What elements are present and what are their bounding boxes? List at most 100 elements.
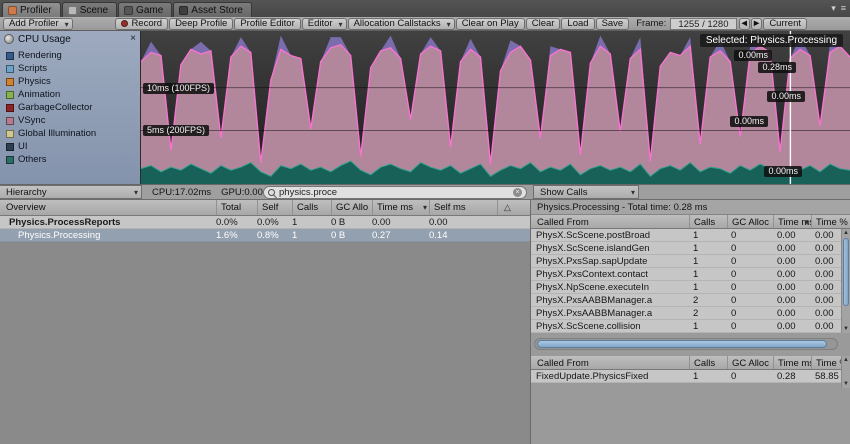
tab-profiler[interactable]: Profiler — [2, 2, 61, 17]
column-called-from[interactable]: Called From — [531, 356, 689, 369]
caller-value: 0.00 — [777, 243, 796, 254]
scroll-up-icon[interactable]: ▲ — [842, 356, 850, 364]
show-calls-dropdown[interactable]: Show Calls — [533, 185, 639, 199]
view-mode-dropdown[interactable]: Hierarchy — [0, 185, 142, 199]
cpu-module-title: CPU Usage — [18, 33, 71, 45]
column-calls[interactable]: Calls — [689, 356, 727, 369]
horizontal-scrollbar[interactable] — [534, 338, 838, 350]
caller-value: 2 — [693, 308, 699, 319]
tab-asset-store[interactable]: Asset Store — [173, 2, 252, 17]
legend-item-physics[interactable]: Physics — [6, 76, 140, 87]
legend-label: VSync — [18, 115, 46, 126]
view-mode-label: Hierarchy — [6, 187, 47, 198]
next-frame-button[interactable]: ► — [750, 17, 763, 30]
hierarchy-table-rows: Physics.ProcessReports 0.0% 0.0% 1 0 B 0.00 0.… — [0, 216, 530, 242]
column-warnings[interactable]: △ — [497, 200, 530, 215]
save-button[interactable]: Save — [595, 17, 630, 30]
called-from-row[interactable]: PhysX.PxsContext.contact 1 0 0.00 0.00 — [531, 268, 850, 281]
legend-item-scripts[interactable]: Scripts — [6, 63, 140, 74]
column-time-ms[interactable]: Time ms — [372, 200, 429, 215]
caller-value: 0.28 — [777, 371, 796, 382]
caller-value: 1 — [693, 269, 699, 280]
tab-scene[interactable]: Scene — [61, 2, 118, 17]
legend-item-vsync[interactable]: VSync — [6, 115, 140, 126]
warning-triangle-icon: △ — [504, 202, 511, 212]
window-dropdown-icon[interactable]: ▾ — [831, 2, 836, 14]
clear-search-icon[interactable]: × — [513, 188, 522, 197]
scroll-down-icon[interactable]: ▼ — [842, 325, 850, 333]
called-from-row[interactable]: PhysX.NpScene.executeIn 1 0 0.00 0.00 — [531, 281, 850, 294]
called-from-row[interactable]: PhysX.ScScene.postBroad 1 0 0.00 0.00 — [531, 229, 850, 242]
column-self[interactable]: Self — [257, 200, 292, 215]
column-called-from[interactable]: Called From — [531, 215, 689, 228]
caller-name: PhysX.PxsSap.sapUpdate — [536, 256, 648, 267]
hierarchy-row[interactable]: Physics.ProcessReports 0.0% 0.0% 1 0 B 0.00 0.… — [0, 216, 530, 229]
legend-item-others[interactable]: Others — [6, 154, 140, 165]
caller-name: PhysX.PxsContext.contact — [536, 269, 648, 280]
legend-swatch — [6, 129, 14, 138]
called-from-rows: PhysX.ScScene.postBroad 1 0 0.00 0.00 PhysX.S… — [531, 229, 850, 333]
legend-item-ui[interactable]: UI — [6, 141, 140, 152]
close-icon[interactable]: × — [130, 34, 136, 44]
prev-frame-button[interactable]: ◄ — [738, 17, 750, 30]
time-marker: 0.00ms — [730, 116, 768, 127]
load-button[interactable]: Load — [561, 17, 595, 30]
called-from-row[interactable]: PhysX.ScScene.collision 1 0 0.00 0.00 — [531, 320, 850, 333]
scrollbar-thumb[interactable] — [843, 238, 849, 306]
called-from-row[interactable]: PhysX.PxsAABBManager.a 2 0 0.00 0.00 — [531, 294, 850, 307]
called-from-row[interactable]: PhysX.ScScene.islandGen 1 0 0.00 0.00 — [531, 242, 850, 255]
column-time-ms[interactable]: Time ms — [773, 356, 811, 369]
asset-store-icon — [179, 5, 189, 15]
column-calls[interactable]: Calls — [689, 215, 727, 228]
hierarchy-table-header: Overview Total Self Calls GC Allo Time m… — [0, 200, 530, 216]
cpu-module-header: CPU Usage × — [0, 31, 140, 46]
column-time-pct[interactable]: Time % — [811, 215, 850, 228]
called-from-vertical-scrollbar[interactable]: ▲ ▼ — [841, 229, 850, 333]
column-gc-alloc[interactable]: GC Allo — [331, 200, 372, 215]
column-overview[interactable]: Overview — [0, 200, 216, 215]
clear-on-play-button[interactable]: Clear on Play — [455, 17, 525, 30]
gridline-label: 10ms (100FPS) — [143, 83, 215, 94]
column-total[interactable]: Total — [216, 200, 257, 215]
called-from-row[interactable]: PhysX.PxsSap.sapUpdate 1 0 0.00 0.00 — [531, 255, 850, 268]
search-icon — [268, 189, 275, 196]
selected-sample-label: Selected: Physics.Processing — [699, 34, 843, 47]
legend-item-rendering[interactable]: Rendering — [6, 50, 140, 61]
tab-game[interactable]: Game — [118, 2, 173, 17]
legend-swatch — [6, 142, 14, 151]
record-button[interactable]: Record — [115, 17, 169, 30]
column-gc-alloc[interactable]: GC Alloc — [727, 215, 773, 228]
column-self-ms[interactable]: Self ms — [429, 200, 497, 215]
called-from-row[interactable]: PhysX.PxsAABBManager.a 2 0 0.00 0.00 — [531, 307, 850, 320]
legend-item-global-illumination[interactable]: Global Illumination — [6, 128, 140, 139]
callers-vertical-scrollbar[interactable]: ▲ ▼ — [841, 356, 850, 388]
column-time-ms[interactable]: Time ms — [773, 215, 811, 228]
editor-dropdown[interactable]: Editor — [301, 17, 347, 30]
column-gc-alloc[interactable]: GC Alloc — [727, 356, 773, 369]
allocation-callstacks-dropdown[interactable]: Allocation Callstacks — [347, 17, 455, 30]
scrollbar-thumb[interactable] — [537, 340, 827, 348]
cpu-usage-chart[interactable]: Selected: Physics.Processing 10ms (100FP… — [141, 31, 850, 184]
callers-rows: FixedUpdate.PhysicsFixed 1 0 0.28 58.85 — [531, 370, 850, 383]
hierarchy-row[interactable]: Physics.Processing 1.6% 0.8% 1 0 B 0.27 0.14 — [0, 229, 530, 242]
add-profiler-dropdown[interactable]: Add Profiler — [3, 17, 73, 30]
current-frame-button[interactable]: Current — [763, 17, 807, 30]
column-calls[interactable]: Calls — [292, 200, 331, 215]
legend-item-garbagecollector[interactable]: GarbageCollector — [6, 102, 140, 113]
legend-swatch — [6, 51, 14, 60]
tab-label: Game — [136, 4, 164, 16]
window-menu-icon[interactable]: ≡ — [841, 2, 846, 14]
search-input[interactable]: physics.proce × — [263, 186, 527, 199]
sample-value: 1.6% — [216, 230, 238, 241]
scroll-down-icon[interactable]: ▼ — [842, 380, 850, 388]
clear-button[interactable]: Clear — [525, 17, 561, 30]
callers-row[interactable]: FixedUpdate.PhysicsFixed 1 0 0.28 58.85 — [531, 370, 850, 383]
caller-value: 0.00 — [777, 295, 796, 306]
scroll-up-icon[interactable]: ▲ — [842, 229, 850, 237]
cpu-usage-module[interactable]: CPU Usage × Rendering Scripts Physics Anima… — [0, 31, 141, 184]
caller-value: 1 — [693, 243, 699, 254]
deep-profile-button[interactable]: Deep Profile — [169, 17, 234, 30]
time-marker: 0.28ms — [758, 62, 796, 73]
legend-item-animation[interactable]: Animation — [6, 89, 140, 100]
profile-editor-button[interactable]: Profile Editor — [234, 17, 301, 30]
